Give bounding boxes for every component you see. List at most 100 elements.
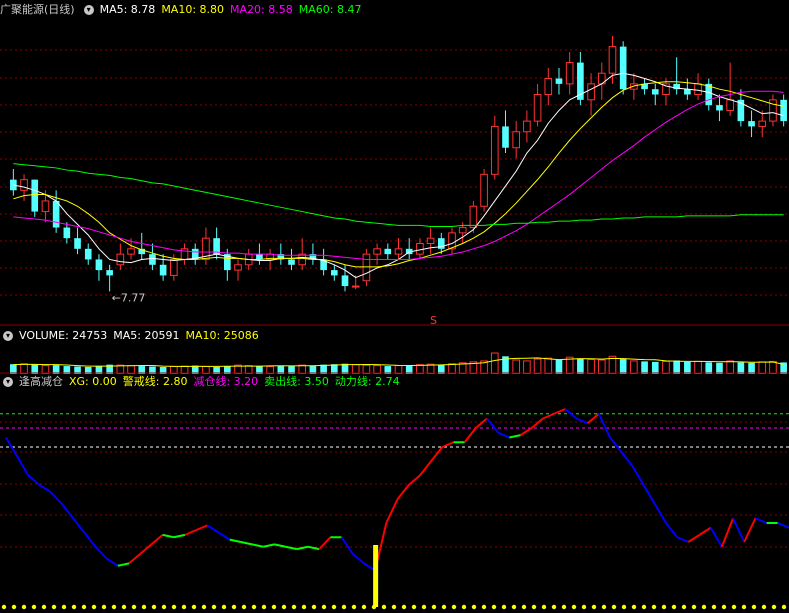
xg-baseline-dot bbox=[631, 604, 637, 610]
candle-body-47 bbox=[512, 131, 521, 149]
indicator-segment-30 bbox=[340, 536, 354, 555]
indicator-settings-icon[interactable]: ▾ bbox=[3, 377, 13, 387]
indicator-segment-22 bbox=[251, 543, 264, 548]
xg-baseline-dot bbox=[61, 604, 67, 610]
candle-body-38 bbox=[416, 243, 424, 255]
candle-body-52 bbox=[565, 62, 574, 85]
volume-bar-63 bbox=[684, 361, 691, 374]
xg-baseline-dot bbox=[221, 604, 227, 610]
volume-bar-70 bbox=[758, 361, 767, 374]
candle-body-13 bbox=[149, 254, 156, 265]
indicator-segment-61 bbox=[687, 534, 701, 543]
xg-baseline-dot bbox=[591, 604, 597, 610]
xg-baseline-dot bbox=[81, 604, 87, 610]
indicator-segment-51 bbox=[576, 417, 589, 425]
xg-baseline-dot bbox=[211, 604, 217, 610]
xg-baseline-dot bbox=[441, 604, 447, 610]
candle-body-7 bbox=[84, 248, 92, 260]
xg-baseline-dot bbox=[171, 604, 177, 610]
xg-baseline-dot bbox=[561, 604, 567, 610]
volume-label-0: VOLUME: 24753 bbox=[19, 329, 108, 342]
xg-baseline-dot bbox=[241, 604, 247, 610]
xg-baseline-dot bbox=[421, 604, 427, 610]
xg-baseline-dot bbox=[401, 604, 407, 610]
candle-body-57 bbox=[619, 46, 627, 90]
volume-bar-54 bbox=[587, 359, 595, 374]
volume-bar-59 bbox=[641, 361, 648, 374]
volume-bar-51 bbox=[555, 360, 563, 374]
volume-bar-53 bbox=[577, 358, 584, 374]
xg-baseline-dot bbox=[721, 604, 727, 610]
xg-baseline-dot bbox=[651, 604, 657, 610]
sell-marker: S bbox=[430, 314, 437, 326]
candle-body-31 bbox=[341, 275, 349, 287]
xg-baseline-dot bbox=[461, 604, 467, 610]
candle-body-49 bbox=[533, 94, 542, 122]
indicator-segment-56 bbox=[631, 465, 645, 486]
indicator-segment-39 bbox=[441, 441, 454, 448]
indicator-segment-14 bbox=[162, 533, 174, 539]
candle-body-70 bbox=[758, 120, 767, 127]
indicator-segment-28 bbox=[318, 536, 332, 550]
xg-baseline-dot bbox=[511, 604, 517, 610]
xg-baseline-dot bbox=[331, 604, 337, 610]
indicator-segment-67 bbox=[755, 517, 768, 524]
candlestick-chart: ←7.77 S bbox=[0, 35, 789, 326]
xg-baseline-dot bbox=[781, 604, 787, 610]
candle-body-60 bbox=[651, 89, 659, 95]
xg-baseline-dot bbox=[321, 604, 327, 610]
xg-baseline-dot bbox=[251, 604, 257, 610]
volume-settings-icon[interactable]: ▾ bbox=[3, 331, 13, 341]
candle-body-64 bbox=[694, 83, 702, 95]
low-price-annotation: ←7.77 bbox=[112, 291, 146, 304]
candle-body-30 bbox=[330, 270, 338, 276]
xg-baseline-dot bbox=[771, 604, 777, 610]
xg-baseline-dot bbox=[681, 604, 687, 610]
indicator-segment-66 bbox=[743, 517, 757, 543]
volume-bar-31 bbox=[341, 363, 349, 374]
xg-baseline-dot bbox=[641, 604, 647, 610]
indicator-segment-19 bbox=[217, 531, 231, 541]
volume-bar-55 bbox=[597, 359, 606, 374]
indicator-segment-52 bbox=[587, 412, 600, 425]
xg-baseline-dot bbox=[501, 604, 507, 610]
candle-body-44 bbox=[480, 173, 488, 207]
indicator-segment-69 bbox=[777, 522, 789, 529]
indicator-segment-49 bbox=[553, 408, 566, 415]
xg-baseline-dot bbox=[531, 604, 537, 610]
indicator-segment-10 bbox=[117, 562, 130, 567]
candle-body-51 bbox=[555, 78, 563, 84]
candle-body-69 bbox=[748, 121, 755, 127]
xg-baseline-dot bbox=[311, 604, 317, 610]
volume-bar-61 bbox=[662, 360, 670, 374]
xg-baseline-dot bbox=[111, 604, 117, 610]
candle-body-26 bbox=[288, 259, 295, 265]
indicator-segment-44 bbox=[497, 431, 510, 439]
xg-baseline-dot bbox=[491, 604, 497, 610]
xg-baseline-dot bbox=[521, 604, 527, 610]
indicator-segment-63 bbox=[709, 527, 723, 548]
volume-labels: VOLUME: 24753 MA5: 20591 MA10: 25086 bbox=[19, 329, 265, 342]
indicator-segment-41 bbox=[463, 427, 477, 443]
indicator-segment-46 bbox=[520, 427, 533, 436]
indicator-name: 逢高减仓 bbox=[19, 375, 63, 388]
xg-baseline-dot bbox=[351, 604, 357, 610]
indicator-segment-58 bbox=[653, 503, 667, 524]
candle-body-32 bbox=[351, 285, 360, 288]
candle-body-11 bbox=[127, 248, 135, 255]
indicator-segment-24 bbox=[274, 543, 286, 548]
candle-body-48 bbox=[523, 120, 531, 133]
volume-bar-48 bbox=[523, 360, 531, 374]
indicator-segment-11 bbox=[128, 553, 141, 565]
xg-baseline-dot bbox=[71, 604, 77, 610]
candle-body-45 bbox=[490, 125, 499, 175]
candle-body-54 bbox=[587, 83, 595, 101]
indicator-segment-15 bbox=[173, 533, 186, 539]
xg-baseline-dot bbox=[471, 604, 477, 610]
xg-baseline-dot bbox=[141, 604, 147, 610]
candle-body-15 bbox=[170, 258, 178, 276]
indicator-segment-60 bbox=[676, 536, 689, 543]
candle-body-3 bbox=[41, 200, 50, 213]
xg-baseline-dot bbox=[101, 604, 107, 610]
xg-baseline-dot bbox=[611, 604, 617, 610]
